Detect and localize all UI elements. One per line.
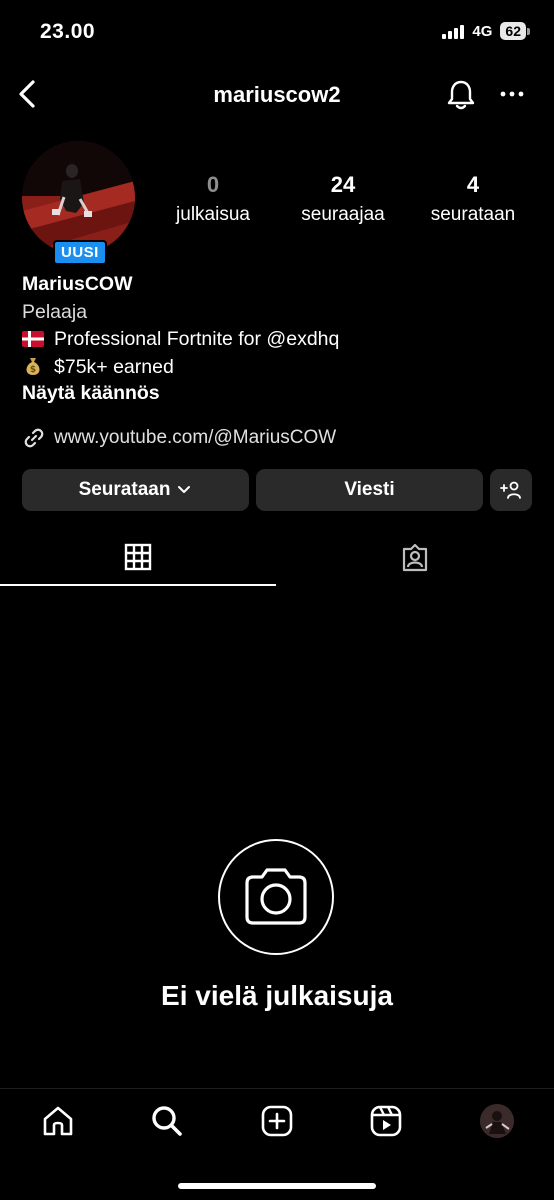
network-type: 4G <box>472 22 493 40</box>
stat-posts-label: julkaisua <box>176 204 250 225</box>
stat-following-label: seurataan <box>430 204 516 225</box>
message-button-label: Viesti <box>344 479 395 500</box>
new-badge: UUSI <box>53 240 107 265</box>
grid-icon[interactable] <box>124 543 152 571</box>
empty-state-circle <box>218 839 334 955</box>
stat-following[interactable]: 4 seurataan <box>398 172 548 226</box>
stat-posts: 0 julkaisua <box>138 172 288 226</box>
stat-posts-value: 0 <box>206 172 220 197</box>
bio-line-1: Professional Fortnite for @exdhq <box>22 328 339 351</box>
translate-link[interactable]: Näytä käännös <box>22 382 160 405</box>
more-icon[interactable] <box>498 80 526 108</box>
following-button[interactable]: Seurataan <box>22 469 249 511</box>
money-bag-icon: $ <box>26 358 40 375</box>
tagged-icon[interactable] <box>400 543 430 573</box>
bio-line-1-text: Professional Fortnite for @exdhq <box>54 328 340 350</box>
nav-divider <box>0 1088 554 1089</box>
following-button-label: Seurataan <box>78 479 171 500</box>
signal-icon <box>442 23 465 39</box>
svg-text:$: $ <box>30 365 36 375</box>
add-person-icon <box>500 481 521 499</box>
bell-icon[interactable] <box>445 78 477 112</box>
battery-level: 62 <box>500 22 526 40</box>
profile-category: Pelaaja <box>22 301 88 323</box>
link-icon <box>24 428 44 448</box>
camera-icon <box>245 868 307 925</box>
chevron-down-icon <box>178 486 191 493</box>
profile-link-text: www.youtube.com/@MariusCOW <box>54 427 337 448</box>
reels-icon[interactable] <box>369 1104 403 1138</box>
profile-avatar-icon[interactable] <box>480 1104 514 1138</box>
active-tab-indicator <box>0 584 276 586</box>
stat-followers-value: 24 <box>330 172 356 197</box>
status-time: 23.00 <box>40 20 96 43</box>
denmark-flag-icon <box>22 331 44 347</box>
create-icon[interactable] <box>260 1104 294 1138</box>
search-icon[interactable] <box>150 1104 184 1138</box>
home-indicator <box>178 1183 376 1189</box>
status-indicators: 4G 62 <box>442 22 530 40</box>
bio-line-2-text: $75k+ earned <box>54 356 174 378</box>
profile-name: MariusCOW <box>22 273 133 295</box>
empty-state-text: Ei vielä julkaisuja <box>161 980 393 1011</box>
bio-line-2: $ $75k+ earned <box>22 355 174 379</box>
stat-followers[interactable]: 24 seuraajaa <box>268 172 418 226</box>
stat-following-value: 4 <box>466 172 480 197</box>
profile-link[interactable]: www.youtube.com/@MariusCOW <box>22 426 336 450</box>
stat-followers-label: seuraajaa <box>301 204 385 225</box>
battery-icon: 62 <box>500 22 530 40</box>
message-button[interactable]: Viesti <box>256 469 483 511</box>
suggest-people-button[interactable] <box>490 469 532 511</box>
home-icon[interactable] <box>41 1104 75 1138</box>
profile-avatar[interactable] <box>22 141 135 254</box>
